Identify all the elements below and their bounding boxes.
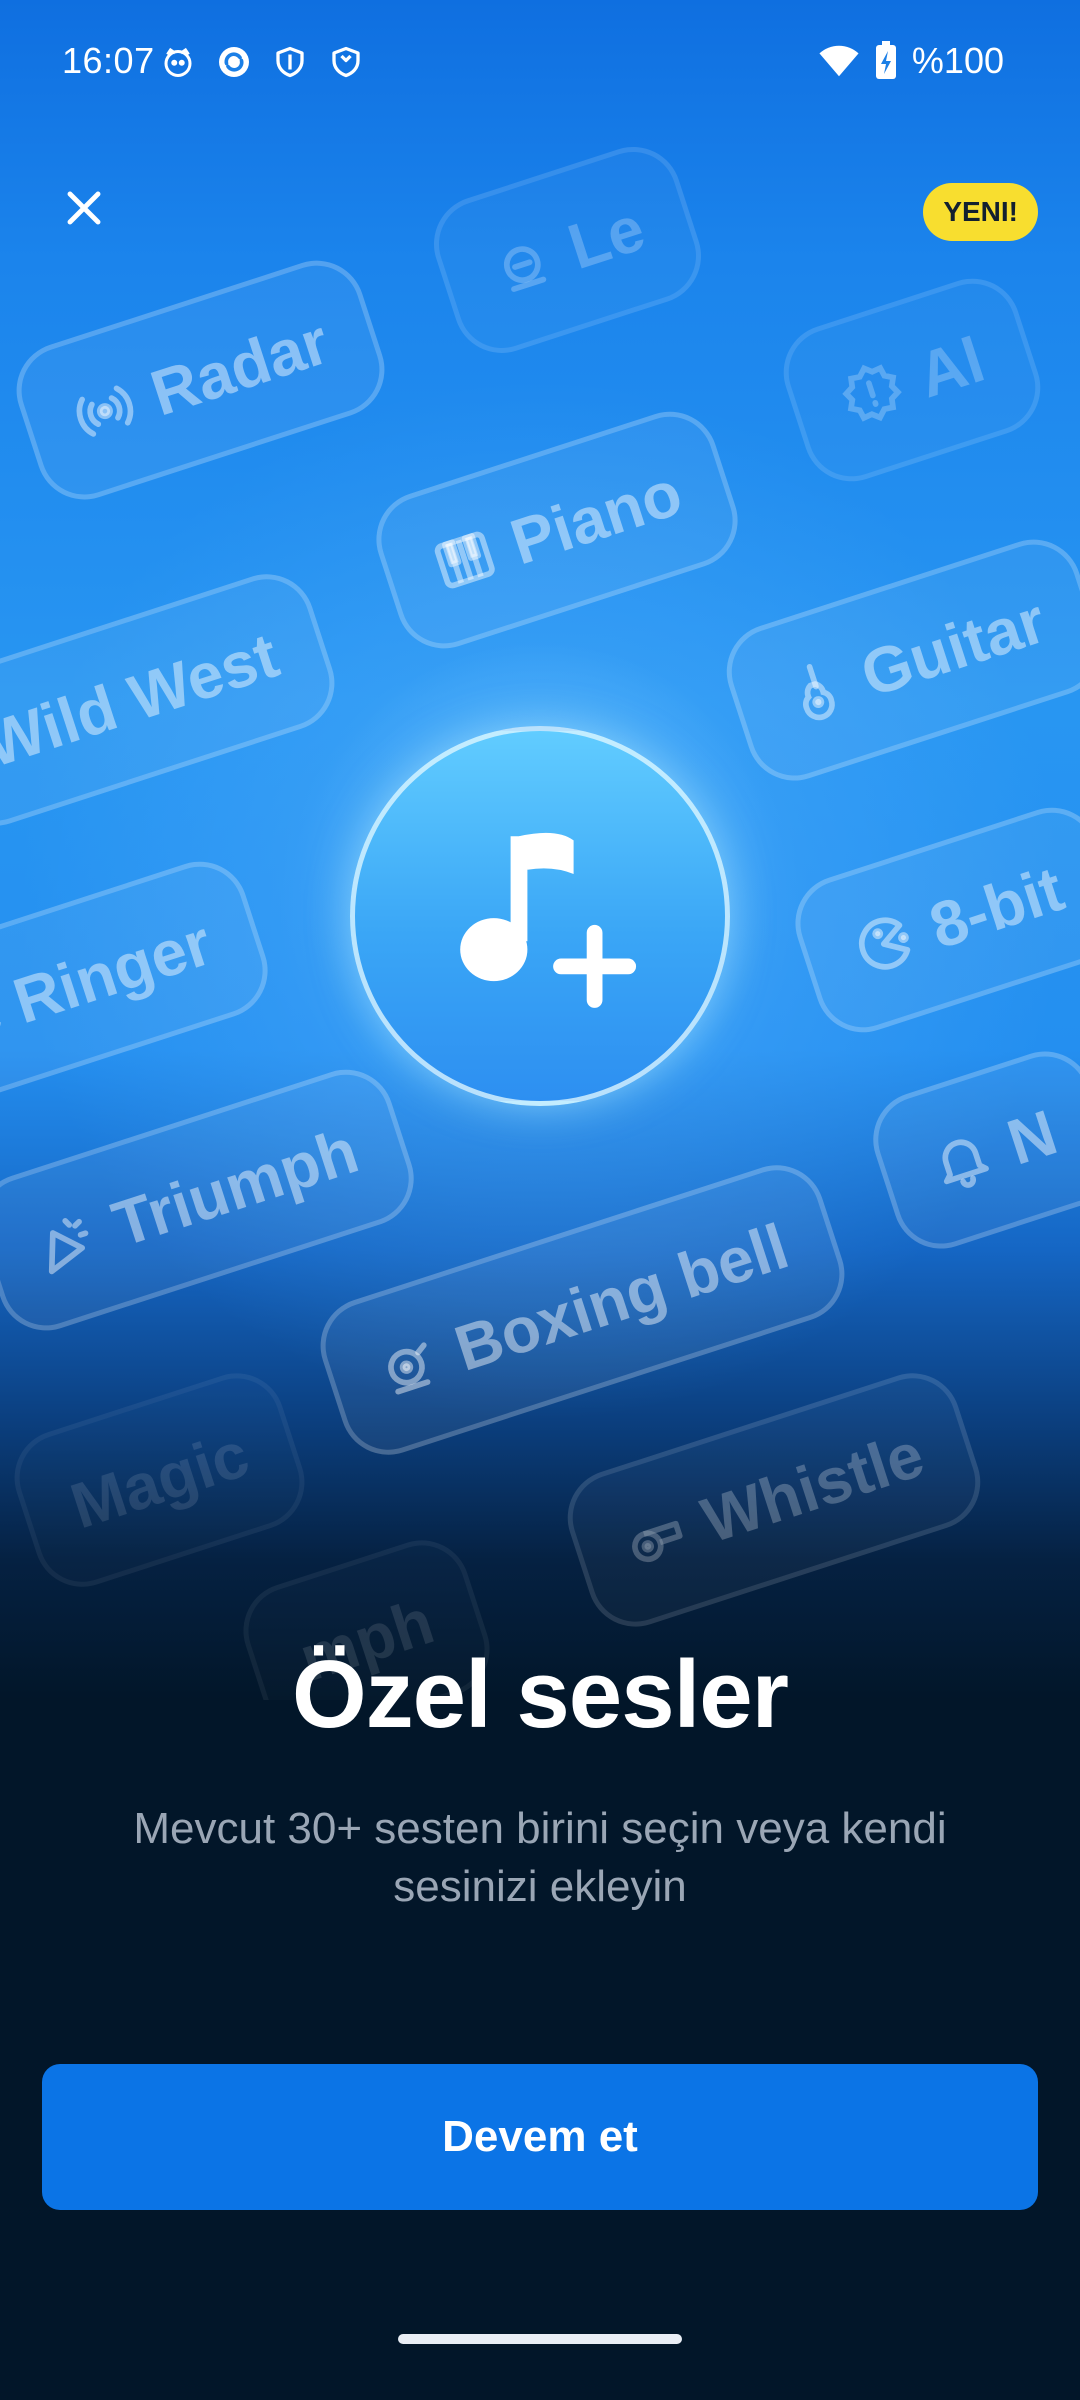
radar-icon [76, 385, 134, 437]
onboarding-screen: Radar Le Piano Al Wild West Guitar e Rin… [0, 0, 1080, 2400]
chip-label: Al [909, 323, 993, 412]
continue-button-label: Devem et [442, 2112, 638, 2161]
chip-magic: Magic [2, 1360, 318, 1600]
chip-le: Le [421, 134, 714, 366]
chip-whistle: Whistle [555, 1360, 993, 1640]
chip-ringer: e Ringer [0, 849, 281, 1111]
chip-guitar: Guitar [714, 526, 1080, 794]
whistle-icon [632, 1520, 683, 1563]
party-popper-icon [48, 1218, 89, 1275]
bell-ring-icon [503, 246, 547, 292]
piano-icon [434, 531, 495, 589]
chip-n: N [860, 1038, 1080, 1262]
close-icon [67, 191, 101, 225]
hero-icon-circle [350, 726, 730, 1106]
close-button[interactable] [52, 176, 116, 240]
battery-level: %100 [911, 40, 1004, 81]
continue-button[interactable]: Devem et [42, 2064, 1038, 2210]
chip-label: Whistle [693, 1417, 933, 1557]
chip-label: Guitar [852, 583, 1054, 711]
home-indicator[interactable] [398, 2334, 682, 2344]
music-note-plus-icon [460, 832, 637, 1008]
chip-label: Triumph [104, 1114, 367, 1261]
bell-icon [942, 1139, 989, 1188]
battery-charging-icon [875, 41, 896, 79]
chip-al: Al [771, 266, 1053, 494]
chip-piano: Piano [363, 399, 751, 661]
page-subtitle: Mevcut 30+ sesten birini seçin veya kend… [133, 1804, 947, 1911]
guitar-icon [802, 664, 835, 721]
alert-badge-icon [842, 364, 902, 422]
pacman-icon [858, 917, 911, 970]
chip-label: Piano [502, 456, 691, 579]
new-badge: YENI! [923, 183, 1038, 241]
chip-label: Wild West [0, 618, 287, 782]
system-status: %100 [818, 40, 1004, 82]
wifi-icon [819, 45, 859, 77]
status-time: 16:07 [62, 40, 155, 81]
chip-label: Magic [62, 1417, 258, 1543]
bell-ring-icon [388, 1342, 431, 1395]
chip-label: e Ringer [0, 906, 220, 1054]
chip-8bit: 8-bit [782, 795, 1080, 1045]
chip-label: N [998, 1095, 1066, 1179]
app-sync-icon [219, 47, 249, 77]
chip-label: Le [559, 191, 653, 284]
shield-icon [276, 46, 304, 78]
chip-label: 8-bit [921, 852, 1072, 963]
chip-radar: Radar [4, 248, 398, 512]
chip-label: Boxing bell [446, 1209, 797, 1385]
chip-wild-west: Wild West [0, 561, 347, 839]
shield-outline-icon [332, 46, 360, 78]
page-title: Özel sesler [292, 1641, 789, 1748]
chip-label: Radar [142, 305, 338, 430]
notification-icons [160, 44, 364, 80]
status-bar: 16:07 %100 [0, 0, 1080, 130]
cat-face-icon [164, 47, 192, 77]
